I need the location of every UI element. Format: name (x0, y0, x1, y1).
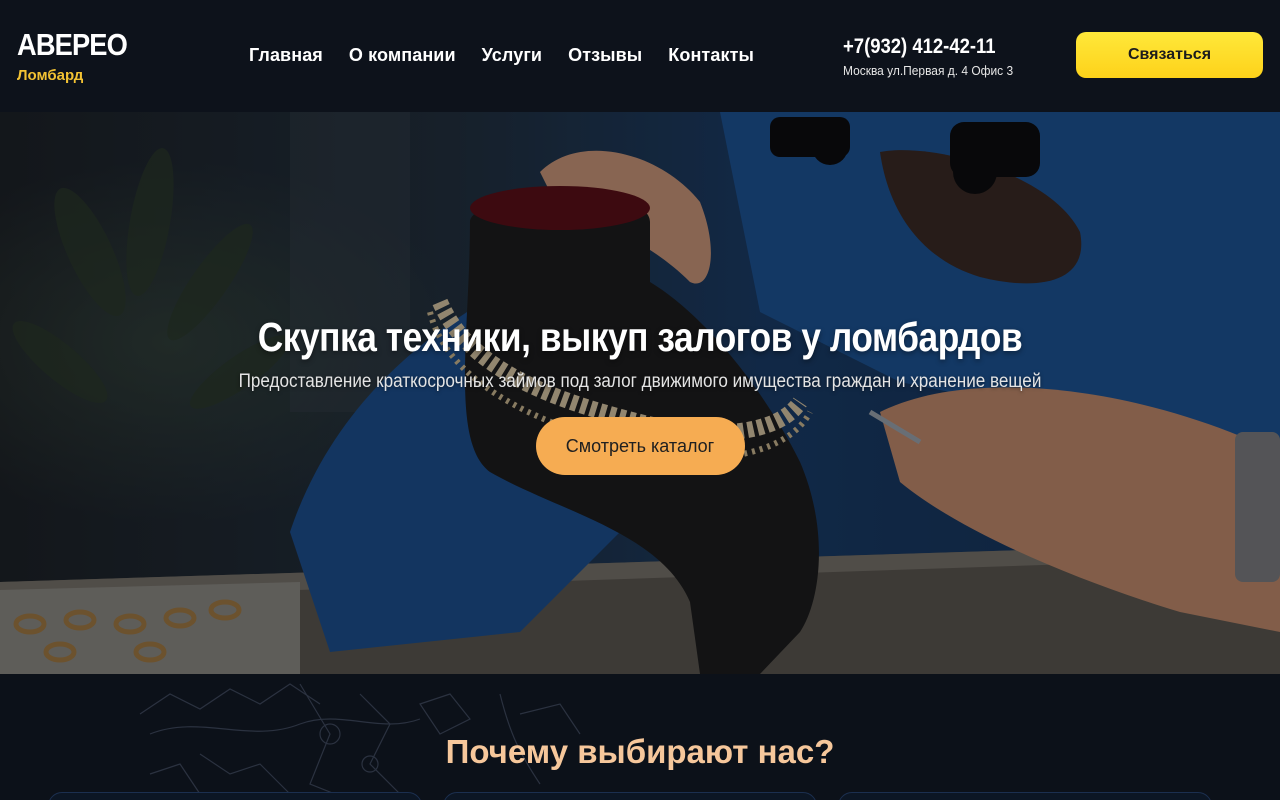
nav-item-reviews[interactable]: Отзывы (568, 44, 642, 66)
nav-item-contacts[interactable]: Контакты (668, 44, 754, 66)
logo-name: АВЕРЕО (17, 27, 128, 62)
feature-card (443, 792, 817, 800)
nav-item-about[interactable]: О компании (349, 44, 456, 66)
nav-item-services[interactable]: Услуги (482, 44, 542, 66)
hero-title: Скупка техники, выкуп залогов у ломбардо… (257, 314, 1023, 360)
nav-item-home[interactable]: Главная (249, 44, 323, 66)
phone-number[interactable]: +7(932) 412-42-11 (843, 35, 1006, 59)
main-nav: Главная О компании Услуги Отзывы Контакт… (249, 44, 754, 66)
contact-button[interactable]: Связаться (1076, 32, 1263, 78)
contact-info: +7(932) 412-42-11 Москва ул.Первая д. 4 … (843, 35, 1028, 78)
logo-subtitle: Ломбард (17, 67, 84, 84)
hero-section: Скупка техники, выкуп залогов у ломбардо… (0, 112, 1280, 674)
feature-card (838, 792, 1212, 800)
view-catalog-button[interactable]: Смотреть каталог (535, 417, 745, 475)
why-us-title: Почему выбирают нас? (445, 733, 835, 770)
feature-card (48, 792, 422, 800)
logo[interactable]: АВЕРЕО Ломбард (17, 27, 142, 84)
address: Москва ул.Первая д. 4 Офис 3 (843, 63, 1014, 78)
why-us-section: Почему выбирают нас? (0, 674, 1280, 800)
site-header: АВЕРЕО Ломбард Главная О компании Услуги… (0, 0, 1280, 112)
hero-content: Скупка техники, выкуп залогов у ломбардо… (0, 312, 1280, 475)
hero-subtitle: Предоставление краткосрочных займов под … (238, 371, 1042, 392)
